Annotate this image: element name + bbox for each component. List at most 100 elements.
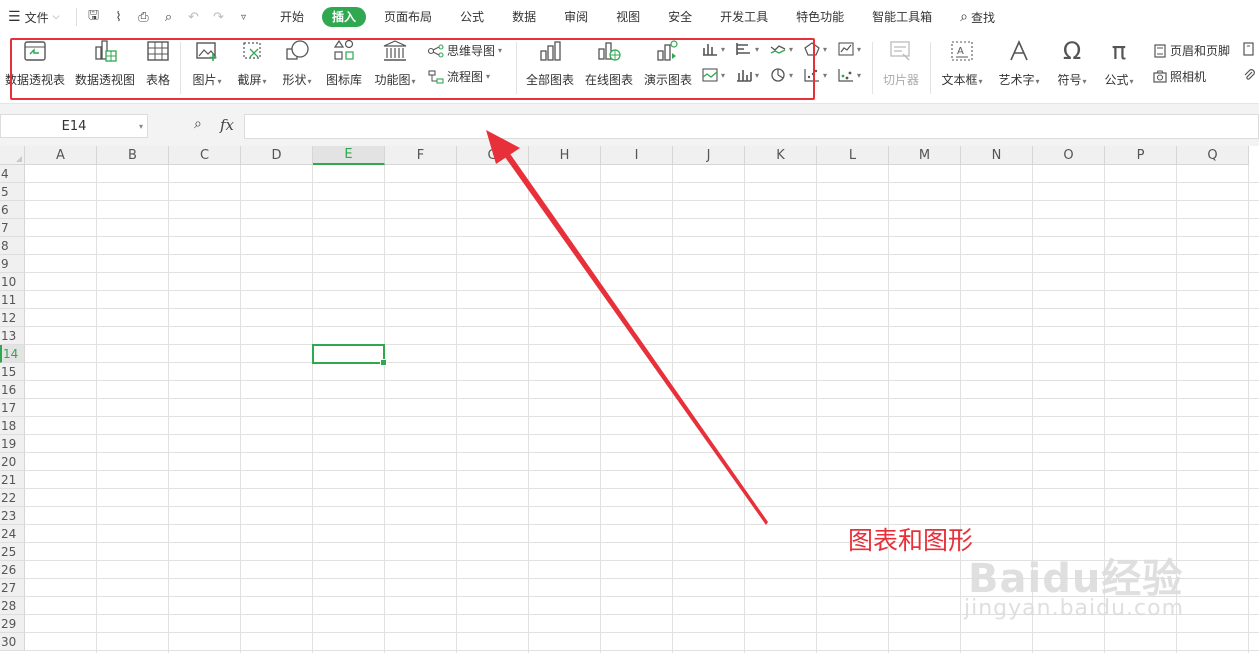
row-header[interactable]: 24 bbox=[0, 525, 25, 543]
row-header[interactable]: 5 bbox=[0, 183, 25, 201]
wordart-button[interactable]: 艺术字▾ bbox=[995, 38, 1043, 88]
demo-charts-button[interactable]: 演示图表 bbox=[642, 38, 694, 88]
shape-button[interactable]: 形状▾ bbox=[278, 38, 316, 88]
column-header[interactable]: Q bbox=[1177, 146, 1249, 165]
screenshot-button[interactable]: 截屏▾ bbox=[234, 38, 270, 88]
save-icon[interactable]: 🖫 bbox=[81, 6, 106, 28]
equation-button[interactable]: π 公式▾ bbox=[1100, 37, 1138, 88]
more-charts-button[interactable]: ▾ bbox=[838, 68, 861, 82]
tab-smart-toolbox[interactable]: 智能工具箱 bbox=[858, 7, 946, 27]
icon-library-button[interactable]: 图标库 bbox=[324, 38, 364, 88]
zoom-search-icon[interactable]: ⌕ bbox=[194, 116, 202, 132]
file-menu[interactable]: ☰ 文件 ⌵ bbox=[0, 9, 72, 26]
customize-toolbar-icon[interactable]: ▿ bbox=[231, 12, 256, 23]
tab-page-layout[interactable]: 页面布局 bbox=[370, 7, 446, 27]
row-header[interactable]: 14 bbox=[0, 345, 25, 363]
column-header[interactable]: M bbox=[889, 146, 961, 165]
tab-insert[interactable]: 插入 bbox=[322, 7, 367, 27]
row-header[interactable]: 6 bbox=[0, 201, 25, 219]
row-header[interactable]: 30 bbox=[0, 633, 25, 651]
mind-map-button[interactable]: 思维导图 ▾ bbox=[428, 42, 502, 59]
table-button[interactable]: 表格 bbox=[142, 38, 174, 88]
row-header[interactable]: 23 bbox=[0, 507, 25, 525]
row-header[interactable]: 25 bbox=[0, 543, 25, 561]
function-chart-button[interactable]: 功能图▾ bbox=[372, 38, 418, 88]
column-header[interactable]: H bbox=[529, 146, 601, 165]
row-header[interactable]: 28 bbox=[0, 597, 25, 615]
column-header[interactable]: G bbox=[457, 146, 529, 165]
tab-view[interactable]: 视图 bbox=[602, 7, 654, 27]
area-chart-button[interactable]: ▾ bbox=[702, 68, 725, 82]
line-chart-button[interactable]: ▾ bbox=[770, 42, 793, 56]
column-header[interactable]: K bbox=[745, 146, 817, 165]
tab-review[interactable]: 审阅 bbox=[550, 7, 602, 27]
row-header[interactable]: 9 bbox=[0, 255, 25, 273]
row-header[interactable]: 18 bbox=[0, 417, 25, 435]
print-icon[interactable]: ⎙ bbox=[131, 10, 156, 25]
row-header[interactable]: 7 bbox=[0, 219, 25, 237]
row-header[interactable]: 15 bbox=[0, 363, 25, 381]
column-header[interactable]: E bbox=[313, 146, 385, 165]
pivot-table-button[interactable]: 数据透视表 bbox=[4, 38, 66, 88]
row-header[interactable]: 10 bbox=[0, 273, 25, 291]
stock-chart-button[interactable]: ▾ bbox=[736, 68, 759, 82]
row-header[interactable]: 17 bbox=[0, 399, 25, 417]
bar-chart-button[interactable]: ▾ bbox=[736, 42, 759, 56]
redo-icon[interactable]: ↷ bbox=[206, 10, 231, 25]
online-charts-button[interactable]: 在线图表 bbox=[583, 38, 635, 88]
column-header[interactable]: C bbox=[169, 146, 241, 165]
row-header[interactable]: 22 bbox=[0, 489, 25, 507]
column-header[interactable]: L bbox=[817, 146, 889, 165]
picture-button[interactable]: 图片▾ bbox=[188, 38, 226, 88]
insert-function-button[interactable]: fx bbox=[220, 116, 234, 134]
tab-developer[interactable]: 开发工具 bbox=[706, 7, 782, 27]
scatter-chart-button[interactable]: ▾ bbox=[804, 68, 827, 82]
column-header[interactable]: A bbox=[25, 146, 97, 165]
symbol-button[interactable]: Ω 符号▾ bbox=[1053, 37, 1091, 88]
row-header[interactable]: 19 bbox=[0, 435, 25, 453]
row-header[interactable]: 20 bbox=[0, 453, 25, 471]
column-chart-button[interactable]: ▾ bbox=[702, 42, 725, 56]
row-header[interactable]: 8 bbox=[0, 237, 25, 255]
column-header[interactable]: J bbox=[673, 146, 745, 165]
column-header[interactable]: I bbox=[601, 146, 673, 165]
row-header[interactable]: 27 bbox=[0, 579, 25, 597]
search-button[interactable]: ⌕ 查找 bbox=[946, 9, 995, 26]
select-all-corner[interactable] bbox=[0, 146, 25, 165]
slicer-button[interactable]: 切片器 bbox=[880, 38, 922, 88]
row-header[interactable]: 29 bbox=[0, 615, 25, 633]
flowchart-button[interactable]: 流程图 ▾ bbox=[428, 68, 490, 85]
column-header[interactable]: P bbox=[1105, 146, 1177, 165]
pie-chart-button[interactable]: ▾ bbox=[770, 68, 793, 82]
formula-input[interactable] bbox=[244, 114, 1259, 139]
pivot-chart-button[interactable]: 数据透视图 bbox=[74, 38, 136, 88]
row-header[interactable]: 26 bbox=[0, 561, 25, 579]
textbox-button[interactable]: A 文本框▾ bbox=[938, 38, 986, 88]
tab-home[interactable]: 开始 bbox=[266, 7, 318, 27]
tab-security[interactable]: 安全 bbox=[654, 7, 706, 27]
print-preview-icon[interactable]: ⌕ bbox=[156, 10, 181, 25]
column-header[interactable]: D bbox=[241, 146, 313, 165]
tab-data[interactable]: 数据 bbox=[498, 7, 550, 27]
object-button[interactable] bbox=[1242, 42, 1256, 56]
name-box[interactable]: E14 ▾ bbox=[0, 114, 148, 138]
tab-features[interactable]: 特色功能 bbox=[782, 7, 858, 27]
active-cell[interactable] bbox=[312, 344, 387, 366]
combo-chart-button[interactable]: ▾ bbox=[838, 42, 861, 56]
undo-icon[interactable]: ↶ bbox=[181, 10, 206, 25]
row-header[interactable]: 21 bbox=[0, 471, 25, 489]
tab-formulas[interactable]: 公式 bbox=[446, 7, 498, 27]
format-painter-icon[interactable]: ⌇ bbox=[106, 10, 131, 25]
row-header[interactable]: 13 bbox=[0, 327, 25, 345]
column-header[interactable]: F bbox=[385, 146, 457, 165]
header-footer-button[interactable]: 页眉和页脚 bbox=[1153, 42, 1230, 59]
row-header[interactable]: 12 bbox=[0, 309, 25, 327]
camera-button[interactable]: 照相机 bbox=[1153, 68, 1206, 85]
row-header[interactable]: 11 bbox=[0, 291, 25, 309]
attachment-button[interactable] bbox=[1242, 68, 1256, 82]
column-header[interactable]: N bbox=[961, 146, 1033, 165]
column-header[interactable]: O bbox=[1033, 146, 1105, 165]
column-header[interactable]: B bbox=[97, 146, 169, 165]
all-charts-button[interactable]: 全部图表 bbox=[524, 38, 576, 88]
row-header[interactable]: 4 bbox=[0, 165, 25, 183]
